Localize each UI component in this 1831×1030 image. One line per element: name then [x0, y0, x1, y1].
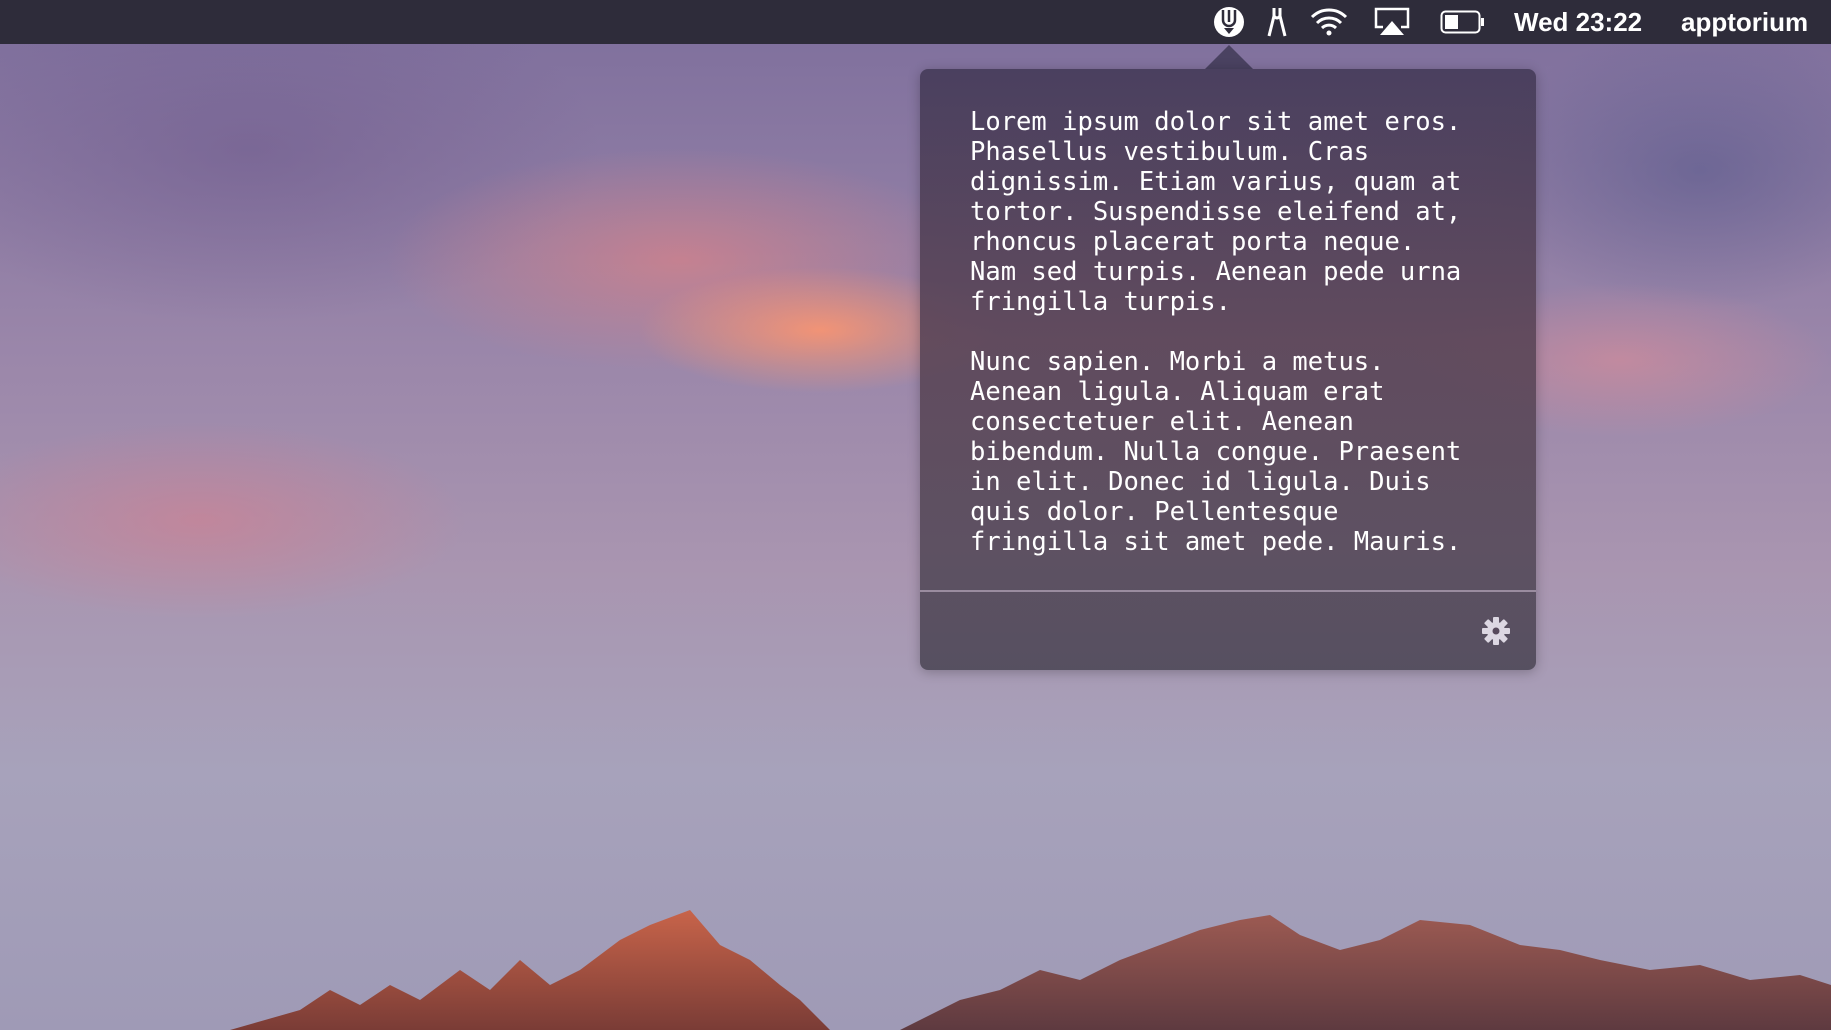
popover-arrow	[1205, 45, 1253, 69]
mountain-wallpaper	[230, 910, 1831, 1030]
menu-user[interactable]: apptorium	[1681, 0, 1808, 44]
wifi-icon[interactable]	[1309, 0, 1349, 44]
menu-clock[interactable]: Wed 23:22	[1514, 0, 1642, 44]
scissors-icon[interactable]	[1264, 0, 1290, 44]
divider	[920, 590, 1536, 592]
battery-icon[interactable]	[1439, 0, 1487, 44]
menu-bar: Wed 23:22 apptorium	[0, 0, 1831, 44]
popover-panel: Lorem ipsum dolor sit amet eros. Phasell…	[920, 69, 1536, 670]
popover-text: Lorem ipsum dolor sit amet eros. Phasell…	[970, 107, 1462, 557]
airplay-icon[interactable]	[1373, 0, 1411, 44]
app-fork-icon[interactable]	[1212, 0, 1246, 44]
gear-icon[interactable]	[1481, 616, 1511, 646]
